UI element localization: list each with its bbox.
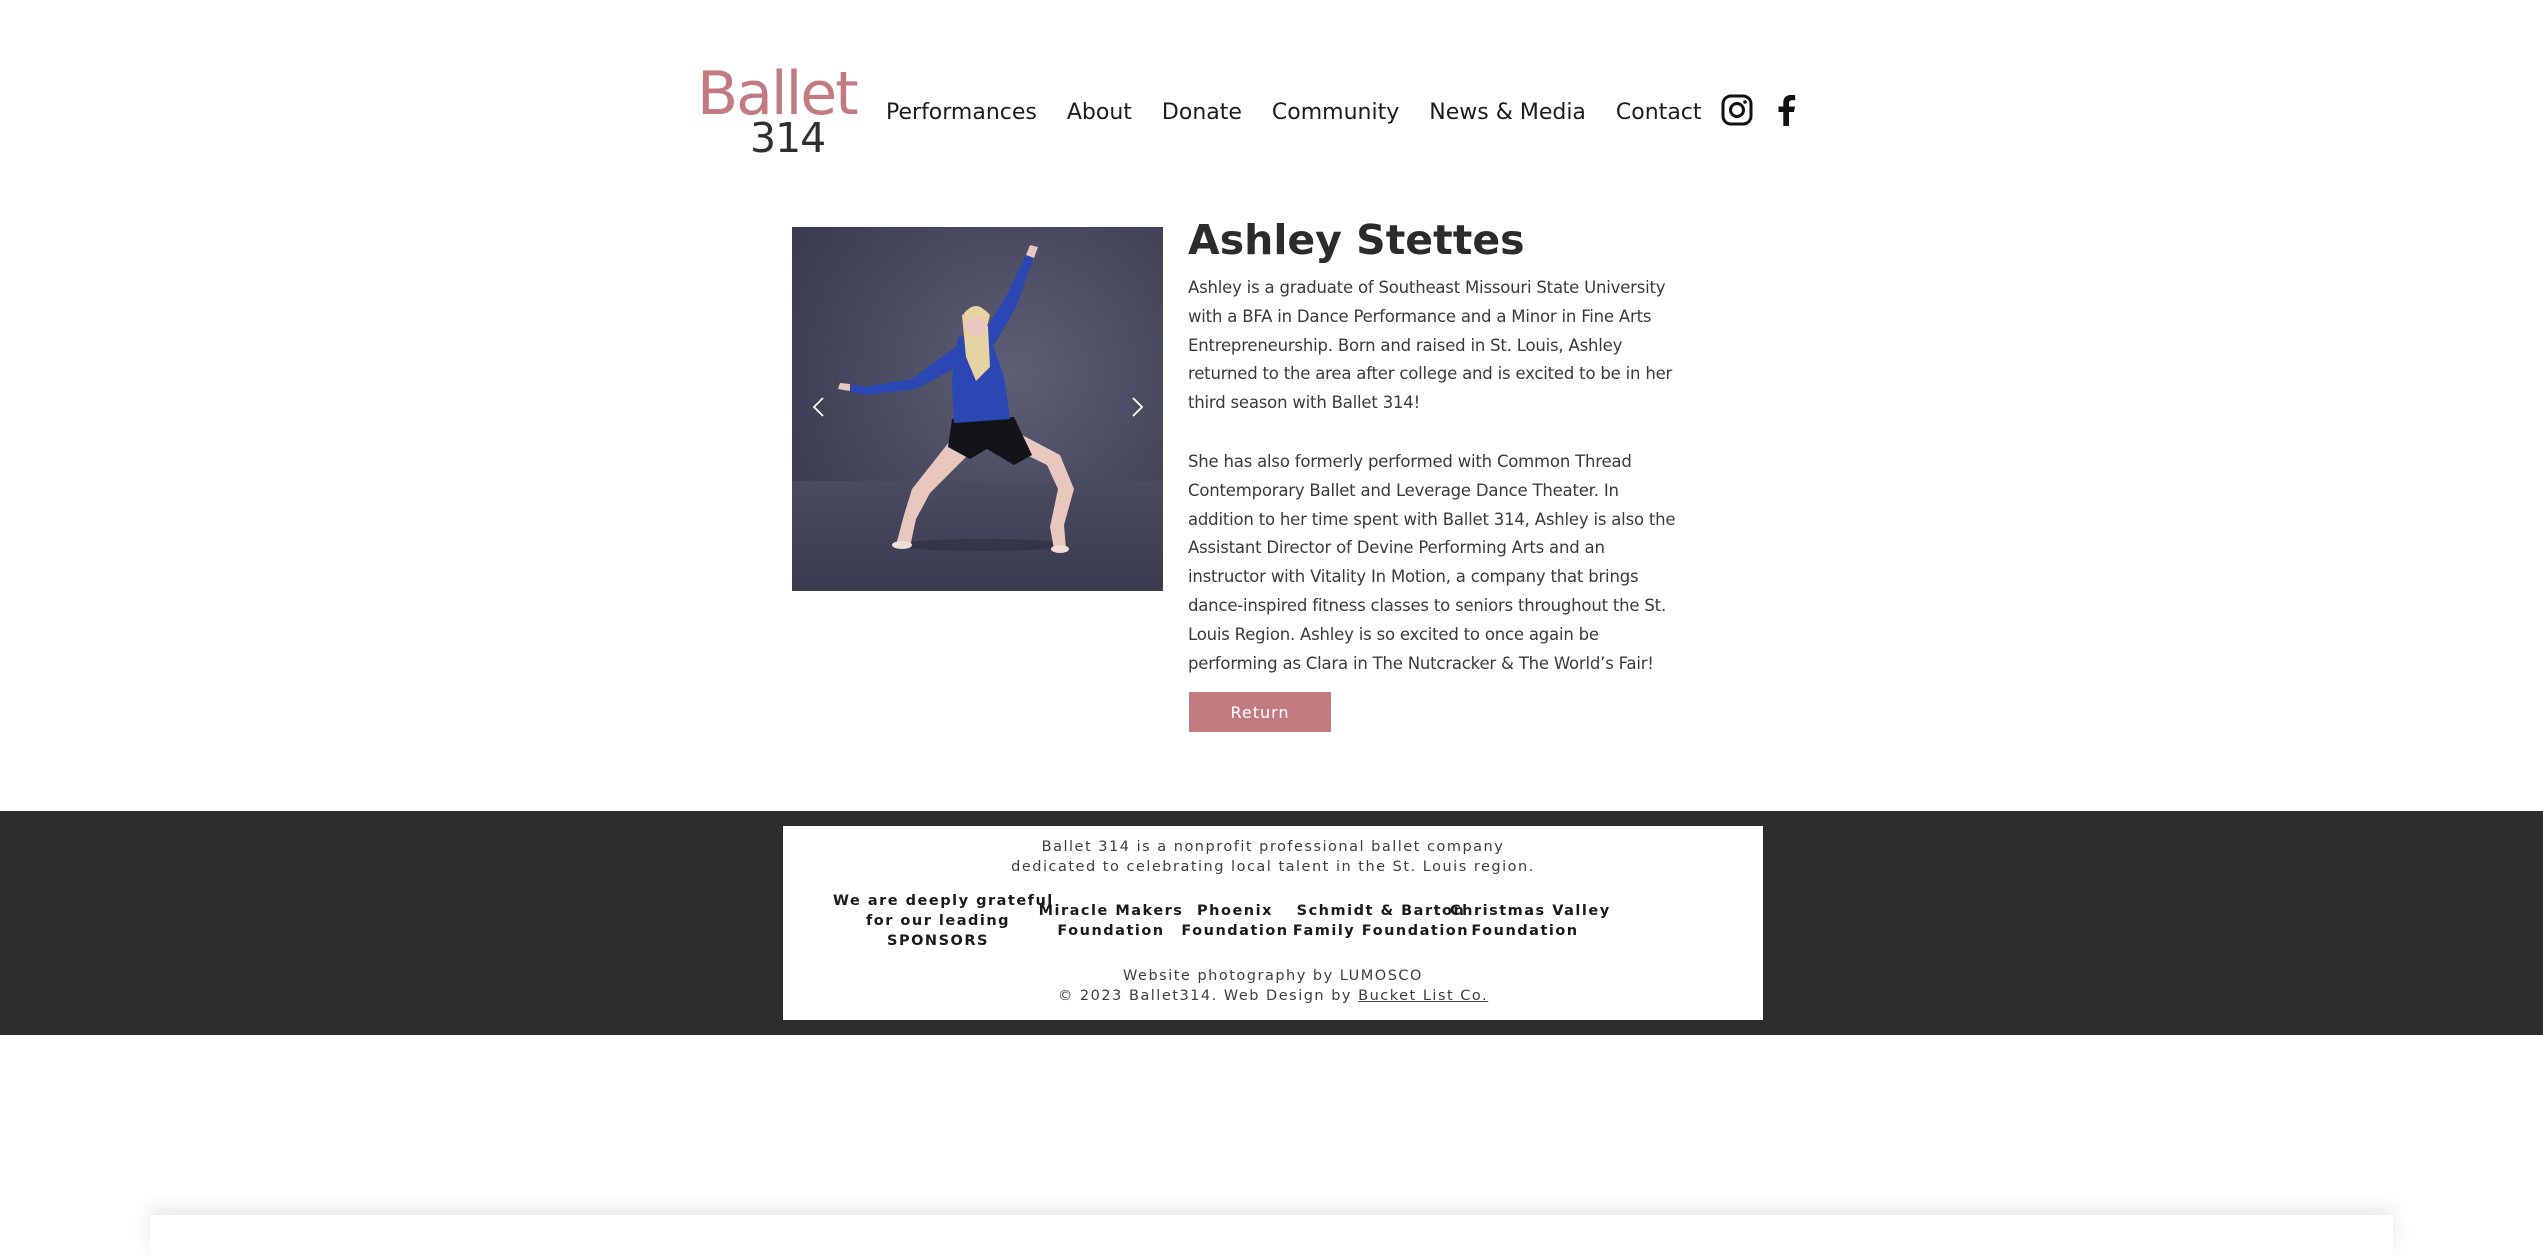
copyright: © 2023 Ballet314. Web Design by Bucket L… <box>783 986 1763 1006</box>
logo[interactable]: Ballet 314 <box>697 64 859 160</box>
sponsor-christmas-valley: Christmas Valley Foundation <box>1450 901 1611 941</box>
nav-contact[interactable]: Contact <box>1616 100 1702 125</box>
sponsor-name-2: Foundation <box>1057 923 1165 939</box>
sponsor-miracle-makers: Miracle Makers Foundation <box>1036 901 1186 941</box>
sponsors-heading-line-1: We are deeply grateful <box>833 893 1054 909</box>
nav-donate[interactable]: Donate <box>1162 100 1242 125</box>
dancer-photo <box>838 245 1074 553</box>
bottom-strip <box>150 1215 2393 1255</box>
facebook-icon[interactable] <box>1775 94 1797 126</box>
mission-line-2: dedicated to celebrating local talent in… <box>1011 859 1535 875</box>
sponsor-name: Miracle Makers <box>1038 903 1184 919</box>
chevron-right-icon[interactable] <box>1122 392 1152 422</box>
nav-news-media[interactable]: News & Media <box>1429 100 1586 125</box>
return-button[interactable]: Return <box>1189 692 1331 732</box>
footer-panel: Ballet 314 is a nonprofit professional b… <box>783 826 1763 1020</box>
design-credit-link[interactable]: Bucket List Co. <box>1358 988 1488 1004</box>
page-title: Ashley Stettes <box>1188 216 1525 264</box>
sponsors-heading-line-3: SPONSORS <box>887 933 989 949</box>
chevron-left-icon[interactable] <box>804 392 834 422</box>
sponsors-heading-line-2: for our leading <box>865 913 1011 929</box>
sponsors-heading: We are deeply grateful for our leading S… <box>833 891 1054 951</box>
photo-credit: Website photography by LUMOSCO <box>1123 968 1423 984</box>
sponsor-name: Christmas Valley <box>1450 903 1611 919</box>
footer: Ballet 314 is a nonprofit professional b… <box>0 811 2543 1035</box>
photo-slideshow <box>792 227 1163 591</box>
sponsor-name-2: Foundation <box>1471 923 1579 939</box>
mission-line-1: Ballet 314 is a nonprofit professional b… <box>1041 839 1505 855</box>
nav-about[interactable]: About <box>1067 100 1132 125</box>
bio-paragraph-1: Ashley is a graduate of Southeast Missou… <box>1188 278 1673 413</box>
bio-paragraph-2: She has also formerly performed with Com… <box>1188 452 1676 673</box>
nav-performances[interactable]: Performances <box>886 100 1037 125</box>
copyright-text: © 2023 Ballet314. Web Design by <box>1057 988 1359 1004</box>
logo-number: 314 <box>750 114 826 162</box>
nav-community[interactable]: Community <box>1272 100 1399 125</box>
main-nav: Performances About Donate Community News… <box>886 92 1732 132</box>
instagram-icon[interactable] <box>1721 94 1753 126</box>
